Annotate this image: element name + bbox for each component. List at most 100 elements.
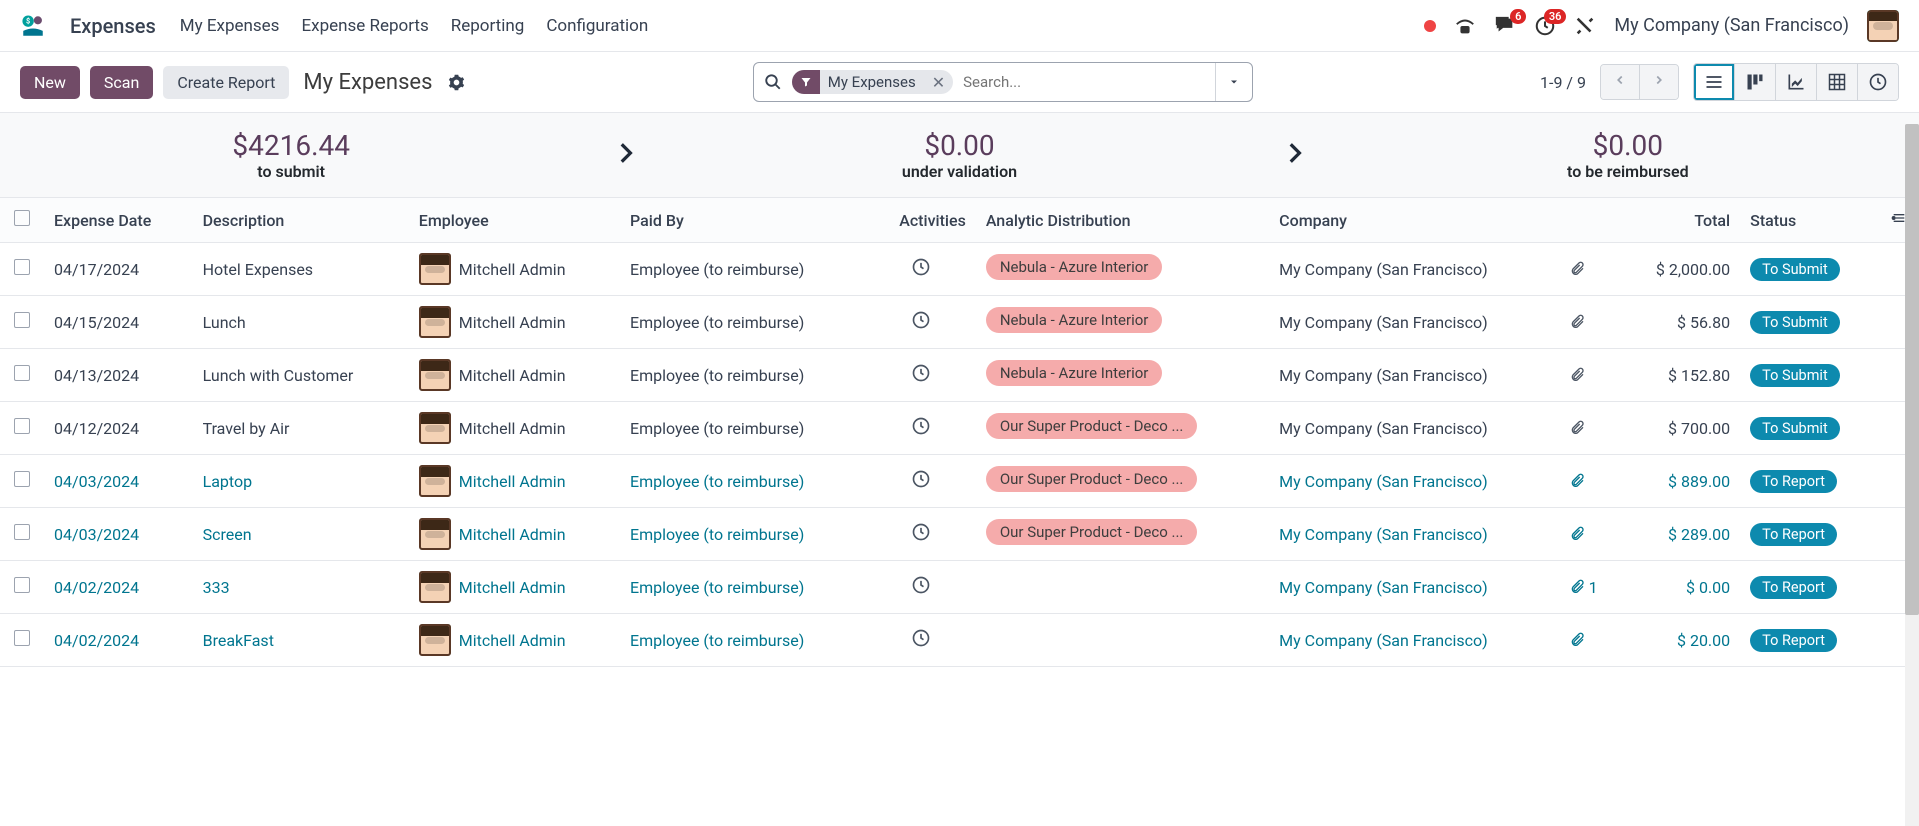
table-row[interactable]: 04/02/2024 333 Mitchell Admin Employee (… bbox=[0, 561, 1919, 614]
attachment-indicator[interactable] bbox=[1569, 314, 1611, 330]
summary-label: to submit bbox=[0, 162, 582, 181]
cell-activity[interactable] bbox=[866, 614, 976, 667]
vertical-scrollbar[interactable] bbox=[1905, 124, 1919, 826]
app-title: Expenses bbox=[70, 14, 156, 38]
col-activities[interactable]: Activities bbox=[866, 198, 976, 243]
analytic-tag[interactable]: Nebula - Azure Interior bbox=[986, 254, 1163, 280]
cell-activity[interactable] bbox=[866, 561, 976, 614]
view-switcher bbox=[1693, 63, 1899, 101]
attachment-indicator[interactable] bbox=[1569, 367, 1611, 383]
table-row[interactable]: 04/03/2024 Screen Mitchell Admin Employe… bbox=[0, 508, 1919, 561]
analytic-tag[interactable]: Our Super Product - Deco ... bbox=[986, 519, 1198, 545]
table-row[interactable]: 04/12/2024 Travel by Air Mitchell Admin … bbox=[0, 402, 1919, 455]
cell-company: My Company (San Francisco) bbox=[1269, 349, 1558, 402]
attachment-indicator[interactable] bbox=[1569, 261, 1611, 277]
attachment-indicator[interactable] bbox=[1569, 526, 1611, 542]
table-row[interactable]: 04/17/2024 Hotel Expenses Mitchell Admin… bbox=[0, 243, 1919, 296]
company-selector[interactable]: My Company (San Francisco) bbox=[1614, 15, 1849, 36]
row-checkbox[interactable] bbox=[14, 259, 30, 275]
cell-activity[interactable] bbox=[866, 455, 976, 508]
scrollbar-thumb[interactable] bbox=[1905, 124, 1919, 615]
cell-date: 04/03/2024 bbox=[44, 508, 193, 561]
summary-under-validation[interactable]: $0.00 under validation bbox=[668, 129, 1250, 181]
create-report-button[interactable]: Create Report bbox=[163, 66, 289, 99]
cell-paid-by: Employee (to reimburse) bbox=[620, 508, 866, 561]
col-employee[interactable]: Employee bbox=[409, 198, 620, 243]
analytic-tag[interactable]: Nebula - Azure Interior bbox=[986, 307, 1163, 333]
cell-activity[interactable] bbox=[866, 402, 976, 455]
gear-icon[interactable] bbox=[448, 74, 465, 91]
cell-attachment bbox=[1559, 402, 1621, 455]
voip-icon[interactable] bbox=[1454, 15, 1476, 37]
row-checkbox[interactable] bbox=[14, 524, 30, 540]
nav-configuration[interactable]: Configuration bbox=[546, 16, 648, 36]
row-checkbox[interactable] bbox=[14, 471, 30, 487]
cell-activity[interactable] bbox=[866, 349, 976, 402]
cell-total: $ 152.80 bbox=[1621, 349, 1740, 402]
table-row[interactable]: 04/03/2024 Laptop Mitchell Admin Employe… bbox=[0, 455, 1919, 508]
cell-description: Screen bbox=[193, 508, 409, 561]
systray: 6 36 My Company (San Francisco) bbox=[1424, 10, 1899, 42]
view-pivot[interactable] bbox=[1816, 64, 1857, 100]
app-logo[interactable]: $ bbox=[20, 13, 46, 39]
col-description[interactable]: Description bbox=[193, 198, 409, 243]
cell-analytic bbox=[976, 561, 1269, 614]
cell-employee: Mitchell Admin bbox=[409, 614, 620, 667]
row-checkbox[interactable] bbox=[14, 418, 30, 434]
cell-status: To Submit bbox=[1740, 296, 1879, 349]
attachment-indicator[interactable] bbox=[1569, 420, 1611, 436]
cell-activity[interactable] bbox=[866, 508, 976, 561]
select-all-checkbox[interactable] bbox=[14, 210, 30, 226]
user-avatar[interactable] bbox=[1867, 10, 1899, 42]
row-checkbox[interactable] bbox=[14, 577, 30, 593]
attachment-indicator[interactable] bbox=[1569, 632, 1611, 648]
table-row[interactable]: 04/13/2024 Lunch with Customer Mitchell … bbox=[0, 349, 1919, 402]
row-checkbox[interactable] bbox=[14, 312, 30, 328]
col-analytic[interactable]: Analytic Distribution bbox=[976, 198, 1269, 243]
search-icon[interactable] bbox=[754, 73, 792, 91]
cell-activity[interactable] bbox=[866, 296, 976, 349]
search-tag-remove[interactable]: ✕ bbox=[924, 73, 953, 92]
debug-icon[interactable] bbox=[1574, 15, 1596, 37]
col-total[interactable]: Total bbox=[1621, 198, 1740, 243]
view-kanban[interactable] bbox=[1734, 64, 1775, 100]
col-date[interactable]: Expense Date bbox=[44, 198, 193, 243]
pager-counter[interactable]: 1-9 / 9 bbox=[1540, 73, 1586, 92]
new-button[interactable]: New bbox=[20, 66, 80, 99]
analytic-tag[interactable]: Nebula - Azure Interior bbox=[986, 360, 1163, 386]
col-status[interactable]: Status bbox=[1740, 198, 1879, 243]
summary-to-submit[interactable]: $4216.44 to submit bbox=[0, 129, 582, 181]
summary-to-reimburse[interactable]: $0.00 to be reimbursed bbox=[1337, 129, 1919, 181]
cell-date: 04/03/2024 bbox=[44, 455, 193, 508]
status-badge: To Report bbox=[1750, 470, 1837, 493]
messaging-icon[interactable]: 6 bbox=[1494, 15, 1516, 37]
table-row[interactable]: 04/02/2024 BreakFast Mitchell Admin Empl… bbox=[0, 614, 1919, 667]
attachment-indicator[interactable] bbox=[1569, 473, 1611, 489]
search-input[interactable] bbox=[959, 73, 1215, 91]
row-checkbox[interactable] bbox=[14, 365, 30, 381]
table-row[interactable]: 04/15/2024 Lunch Mitchell Admin Employee… bbox=[0, 296, 1919, 349]
cell-company: My Company (San Francisco) bbox=[1269, 614, 1558, 667]
cell-activity[interactable] bbox=[866, 243, 976, 296]
col-attachment bbox=[1559, 198, 1621, 243]
pager-next[interactable] bbox=[1639, 65, 1678, 99]
view-graph[interactable] bbox=[1775, 64, 1816, 100]
activities-icon[interactable]: 36 bbox=[1534, 15, 1556, 37]
summary-label: under validation bbox=[668, 162, 1250, 181]
col-company[interactable]: Company bbox=[1269, 198, 1558, 243]
scan-button[interactable]: Scan bbox=[90, 66, 153, 99]
view-list[interactable] bbox=[1694, 64, 1734, 100]
col-paid-by[interactable]: Paid By bbox=[620, 198, 866, 243]
nav-my-expenses[interactable]: My Expenses bbox=[180, 16, 280, 36]
recording-indicator bbox=[1424, 20, 1436, 32]
search-options-dropdown[interactable] bbox=[1215, 63, 1252, 101]
row-checkbox[interactable] bbox=[14, 630, 30, 646]
pager-prev[interactable] bbox=[1601, 65, 1639, 99]
analytic-tag[interactable]: Our Super Product - Deco ... bbox=[986, 466, 1198, 492]
nav-expense-reports[interactable]: Expense Reports bbox=[301, 16, 428, 36]
nav-reporting[interactable]: Reporting bbox=[451, 16, 525, 36]
attachment-indicator[interactable]: 1 bbox=[1569, 578, 1611, 597]
analytic-tag[interactable]: Our Super Product - Deco ... bbox=[986, 413, 1198, 439]
view-activity[interactable] bbox=[1857, 64, 1898, 100]
status-badge: To Report bbox=[1750, 523, 1837, 546]
